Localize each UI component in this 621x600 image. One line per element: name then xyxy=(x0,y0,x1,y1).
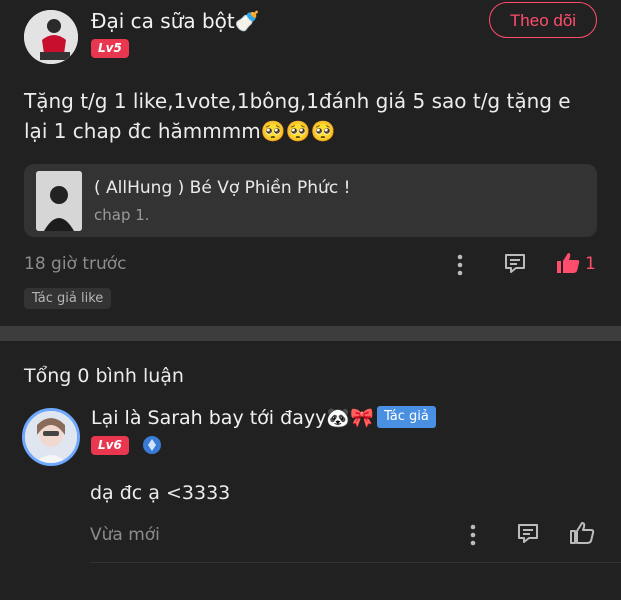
story-reference-card[interactable]: ( AllHung ) Bé Vợ Phiền Phức ! chap 1. xyxy=(24,164,597,237)
post-time: 18 giờ trước xyxy=(24,254,127,274)
post-card: Đại ca sữa bột🍼 Lv5 Theo dõi Tặng t/g 1 … xyxy=(0,0,621,326)
more-vertical-icon[interactable] xyxy=(446,251,474,279)
reply-body: dạ đc ạ <3333 xyxy=(90,482,231,504)
divider xyxy=(90,562,621,563)
story-title: ( AllHung ) Bé Vợ Phiền Phức ! xyxy=(94,178,351,198)
comments-section: Tổng 0 bình luận Lại là Sarah bay tới đa… xyxy=(0,341,621,600)
comments-total: Tổng 0 bình luận xyxy=(24,365,184,387)
post-body: Tặng t/g 1 like,1vote,1bông,1đánh giá 5 … xyxy=(24,89,571,143)
reply-level-badge: Lv6 xyxy=(91,436,129,455)
thumbs-up-icon[interactable] xyxy=(568,519,596,547)
reply-time: Vừa mới xyxy=(90,525,160,545)
more-vertical-icon[interactable] xyxy=(459,521,487,549)
story-chapter: chap 1. xyxy=(94,206,150,224)
comment-icon[interactable] xyxy=(514,519,542,547)
level-badge: Lv5 xyxy=(91,39,129,58)
author-tag: Tác giả xyxy=(377,406,436,428)
user-avatar[interactable] xyxy=(24,10,78,64)
thumbs-up-icon[interactable] xyxy=(554,249,582,277)
author-liked-tag: Tác giả like xyxy=(24,288,112,309)
section-divider xyxy=(0,326,621,341)
post-username[interactable]: Đại ca sữa bột🍼 xyxy=(91,9,260,33)
comment-icon[interactable] xyxy=(501,249,529,277)
like-count: 1 xyxy=(585,254,596,274)
story-cover-thumbnail xyxy=(36,171,82,231)
reply-avatar[interactable] xyxy=(22,408,80,466)
verified-icon xyxy=(142,435,162,455)
reply-username[interactable]: Lại là Sarah bay tới đayy🐼🎀 xyxy=(91,406,374,429)
follow-button[interactable]: Theo dõi xyxy=(489,2,597,38)
